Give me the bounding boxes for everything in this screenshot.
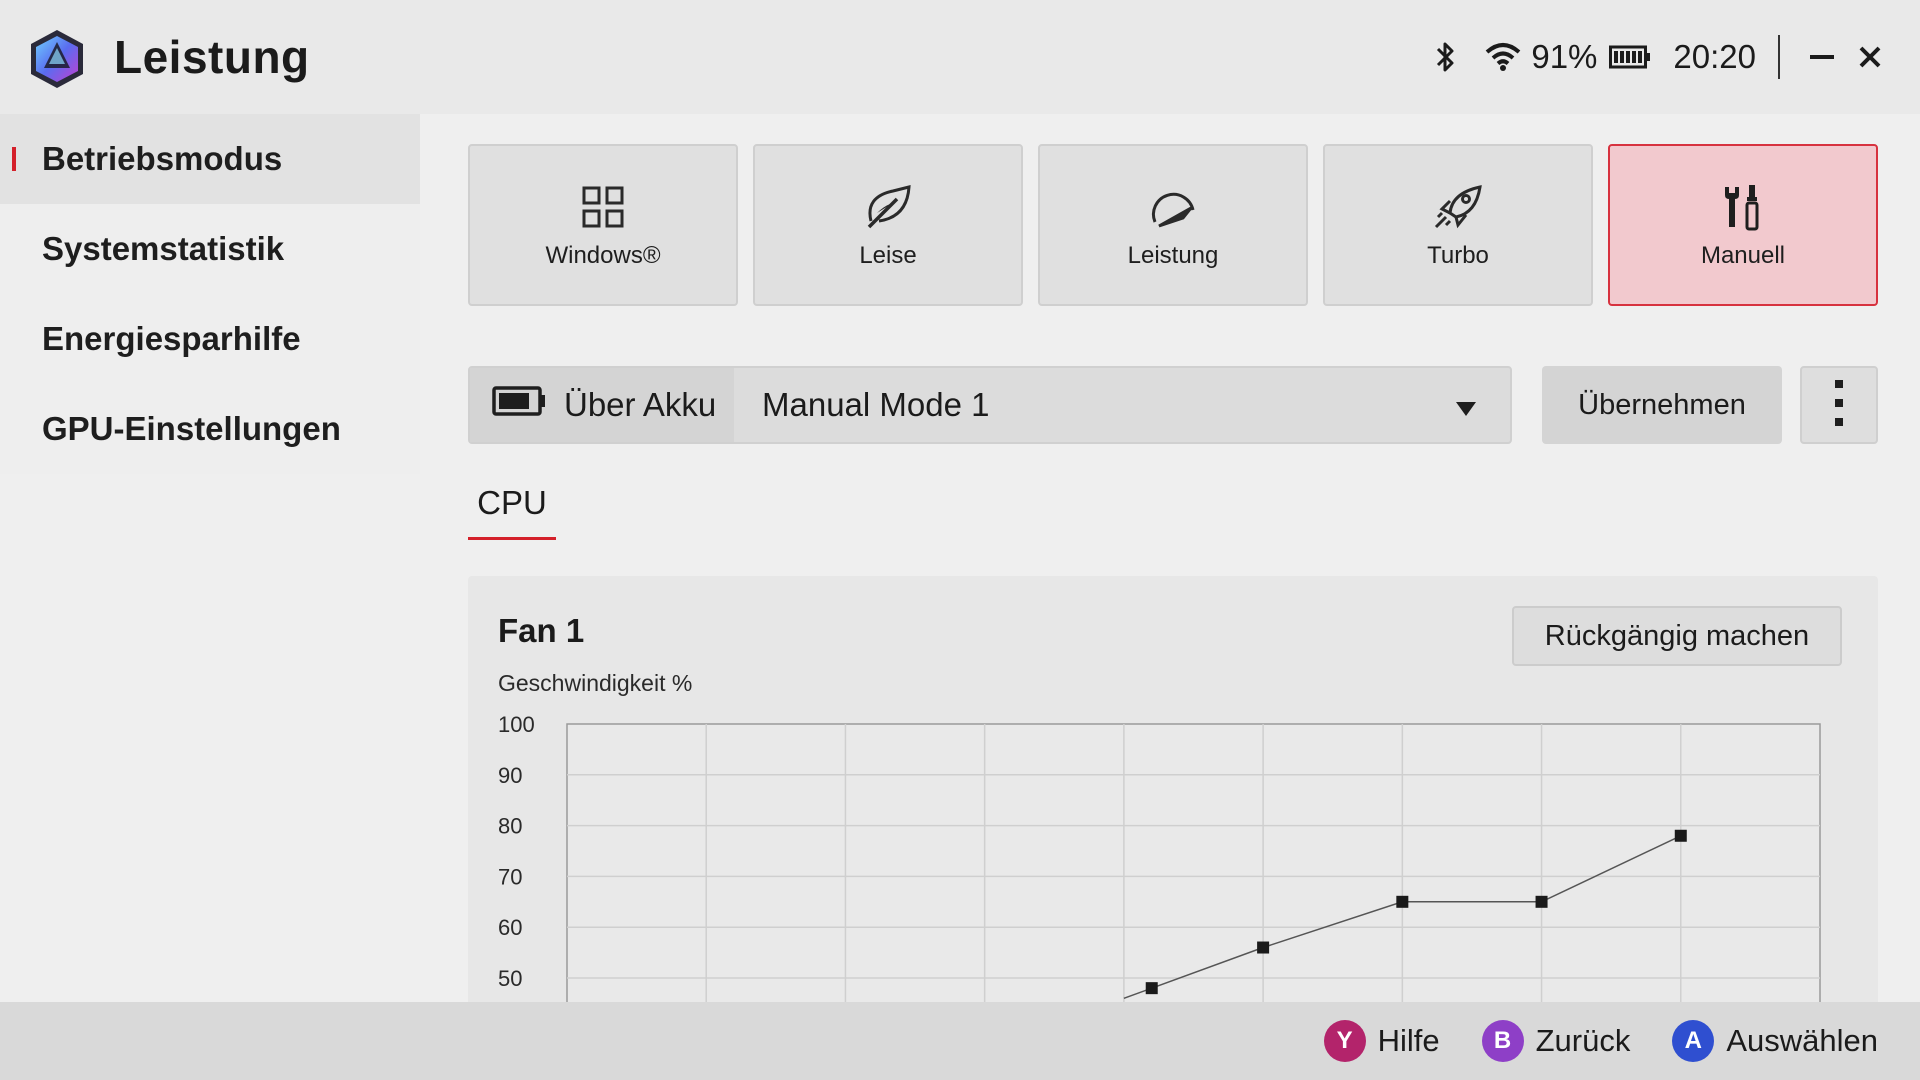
dropdown-arrow-icon — [1456, 386, 1476, 424]
y-button-icon: Y — [1323, 1020, 1366, 1062]
profile-dropdown-value: Manual Mode 1 — [762, 386, 990, 423]
mode-selector: Windows® Leise Leistung Turbo Manuell — [468, 144, 1878, 306]
b-button-icon: B — [1481, 1020, 1524, 1062]
hint-back[interactable]: B Zurück — [1481, 1020, 1631, 1062]
mode-label: Leise — [859, 242, 917, 269]
app-title: Leistung — [114, 31, 310, 83]
y-tick-label: 60 — [498, 915, 522, 940]
more-options-button[interactable] — [1800, 366, 1878, 444]
mode-label: Manuell — [1700, 242, 1786, 269]
bluetooth-icon — [1435, 40, 1457, 74]
sidebar-item-systemstatistik[interactable]: Systemstatistik — [0, 204, 420, 294]
battery-icon — [1609, 45, 1651, 69]
curve-point-handle[interactable] — [1396, 895, 1409, 908]
sidebar-item-label: Systemstatistik — [42, 230, 285, 267]
speedometer-icon — [1147, 182, 1199, 232]
minimize-button[interactable] — [1802, 37, 1842, 77]
hint-select[interactable]: A Auswählen — [1672, 1020, 1878, 1062]
y-tick-label: 90 — [498, 763, 522, 788]
mode-windows-button[interactable]: Windows® — [468, 144, 738, 306]
close-button[interactable] — [1850, 37, 1890, 77]
more-vertical-icon — [1835, 379, 1843, 431]
battery-percent: 91% — [1531, 38, 1598, 75]
power-source: Über Akku — [470, 368, 734, 442]
y-tick-label: 50 — [498, 966, 522, 991]
hint-help[interactable]: Y Hilfe — [1323, 1020, 1440, 1062]
sidebar-item-energiesparhilfe[interactable]: Energiesparhilfe — [0, 294, 420, 384]
hint-list: Y Hilfe B Zurück A Auswählen — [1282, 1002, 1878, 1080]
windows-grid-icon — [582, 182, 624, 232]
sidebar: Betriebsmodus Systemstatistik Energiespa… — [0, 114, 420, 504]
controller-hint-bar: Y Hilfe B Zurück A Auswählen — [0, 1002, 1920, 1080]
power-source-label: Über Akku — [564, 386, 717, 423]
hint-label: Zurück — [1535, 1023, 1631, 1058]
leaf-icon — [863, 182, 913, 232]
curve-point-handle[interactable] — [1535, 895, 1548, 908]
sidebar-item-betriebsmodus[interactable]: Betriebsmodus — [0, 114, 420, 204]
mode-label: Leistung — [1127, 242, 1219, 269]
tools-icon — [1721, 182, 1765, 232]
y-tick-label: 70 — [498, 864, 522, 889]
profile-dropdown[interactable]: Manual Mode 1 — [734, 368, 1510, 442]
mode-manuell-button[interactable]: Manuell — [1608, 144, 1878, 306]
app-logo-icon — [28, 28, 86, 90]
rocket-icon — [1432, 182, 1484, 232]
battery-icon — [492, 386, 546, 424]
plot-area — [566, 723, 1821, 1006]
curve-point-handle[interactable] — [1257, 941, 1270, 954]
hint-label: Hilfe — [1377, 1023, 1440, 1058]
hint-label: Auswählen — [1726, 1023, 1878, 1058]
sidebar-item-gpu-einstellungen[interactable]: GPU-Einstellungen — [0, 384, 420, 474]
apply-button[interactable]: Übernehmen — [1542, 366, 1782, 444]
wifi-icon — [1485, 42, 1521, 72]
mode-label: Turbo — [1427, 242, 1489, 269]
sidebar-item-label: GPU-Einstellungen — [42, 410, 341, 447]
mode-leistung-button[interactable]: Leistung — [1038, 144, 1308, 306]
tab-cpu[interactable]: CPU — [468, 484, 556, 540]
sidebar-item-label: Betriebsmodus — [42, 140, 283, 177]
status-area: 91% 20:20 — [1435, 0, 1890, 114]
curve-point-handle[interactable] — [1674, 829, 1687, 842]
fan-panel: Fan 1 Rückgängig machen Geschwindigkeit … — [468, 576, 1878, 1006]
profile-bar: Über Akku Manual Mode 1 — [468, 366, 1512, 444]
mode-leise-button[interactable]: Leise — [753, 144, 1023, 306]
divider — [1778, 35, 1780, 79]
mode-label: Windows® — [545, 242, 661, 269]
title-bar: Leistung 91% 20:20 — [0, 0, 1920, 114]
mode-turbo-button[interactable]: Turbo — [1323, 144, 1593, 306]
curve-point-handle[interactable] — [1145, 982, 1158, 995]
a-button-icon: A — [1672, 1020, 1715, 1062]
sidebar-item-label: Energiesparhilfe — [42, 320, 301, 357]
y-tick-label: 100 — [498, 712, 535, 737]
clock: 20:20 — [1673, 38, 1756, 75]
y-tick-label: 80 — [498, 814, 522, 839]
fan-curve-chart[interactable]: 100 90 80 70 60 50 — [468, 576, 1878, 1006]
